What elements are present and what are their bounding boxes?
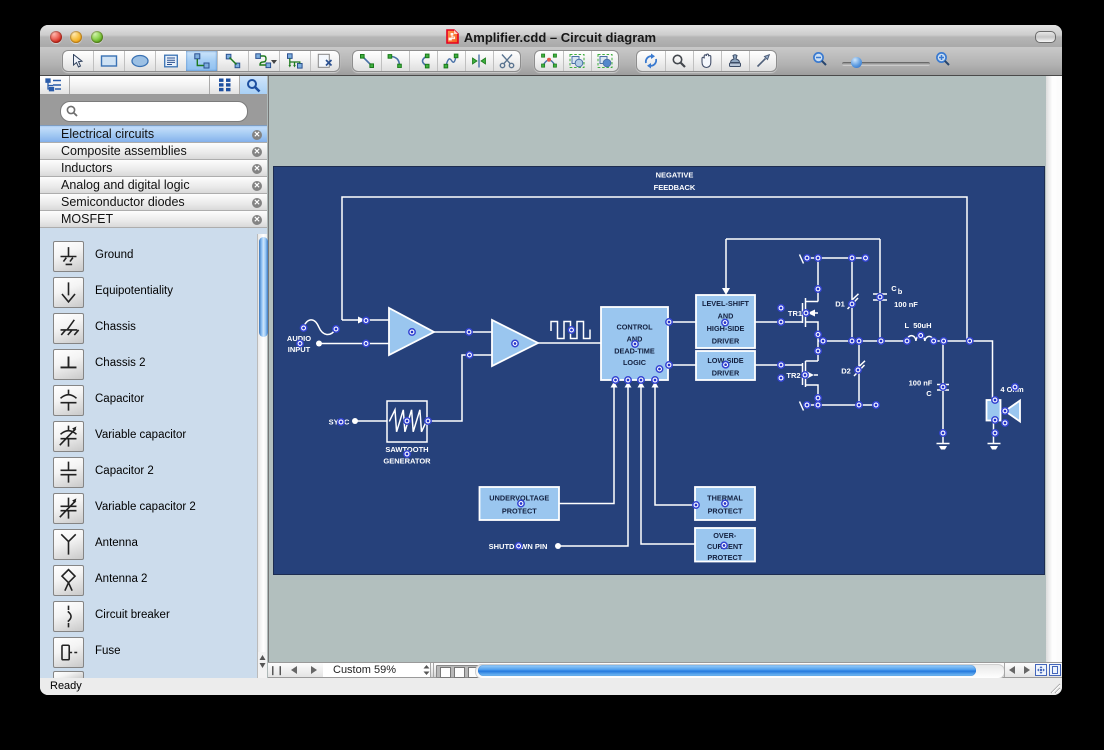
svg-text:PROTECT: PROTECT [707, 506, 742, 515]
svg-text:C: C [891, 284, 897, 293]
svg-text:FEEDBACK: FEEDBACK [653, 183, 695, 192]
svg-text:LEVEL-SHIFT: LEVEL-SHIFT [701, 299, 749, 308]
svg-text:D2: D2 [841, 366, 851, 375]
svg-text:C: C [926, 389, 932, 398]
svg-text:NEGATIVE: NEGATIVE [655, 170, 693, 179]
svg-text:PROTECT: PROTECT [501, 506, 536, 515]
svg-text:DRIVER: DRIVER [711, 368, 739, 377]
svg-text:LOGIC: LOGIC [622, 358, 646, 367]
svg-text:PROTECT: PROTECT [707, 553, 742, 562]
svg-text:100 nF: 100 nF [894, 300, 918, 309]
svg-text:100 nF: 100 nF [908, 378, 932, 387]
svg-text:CONTROL: CONTROL [616, 322, 653, 331]
svg-text:OVER-: OVER- [713, 531, 737, 540]
svg-text:b: b [897, 287, 902, 296]
svg-text:TR1: TR1 [787, 309, 801, 318]
svg-text:TR2: TR2 [786, 371, 800, 380]
svg-text:L 50uH: L 50uH [904, 321, 931, 330]
svg-text:D1: D1 [835, 299, 845, 308]
svg-text:DRIVER: DRIVER [711, 336, 739, 345]
